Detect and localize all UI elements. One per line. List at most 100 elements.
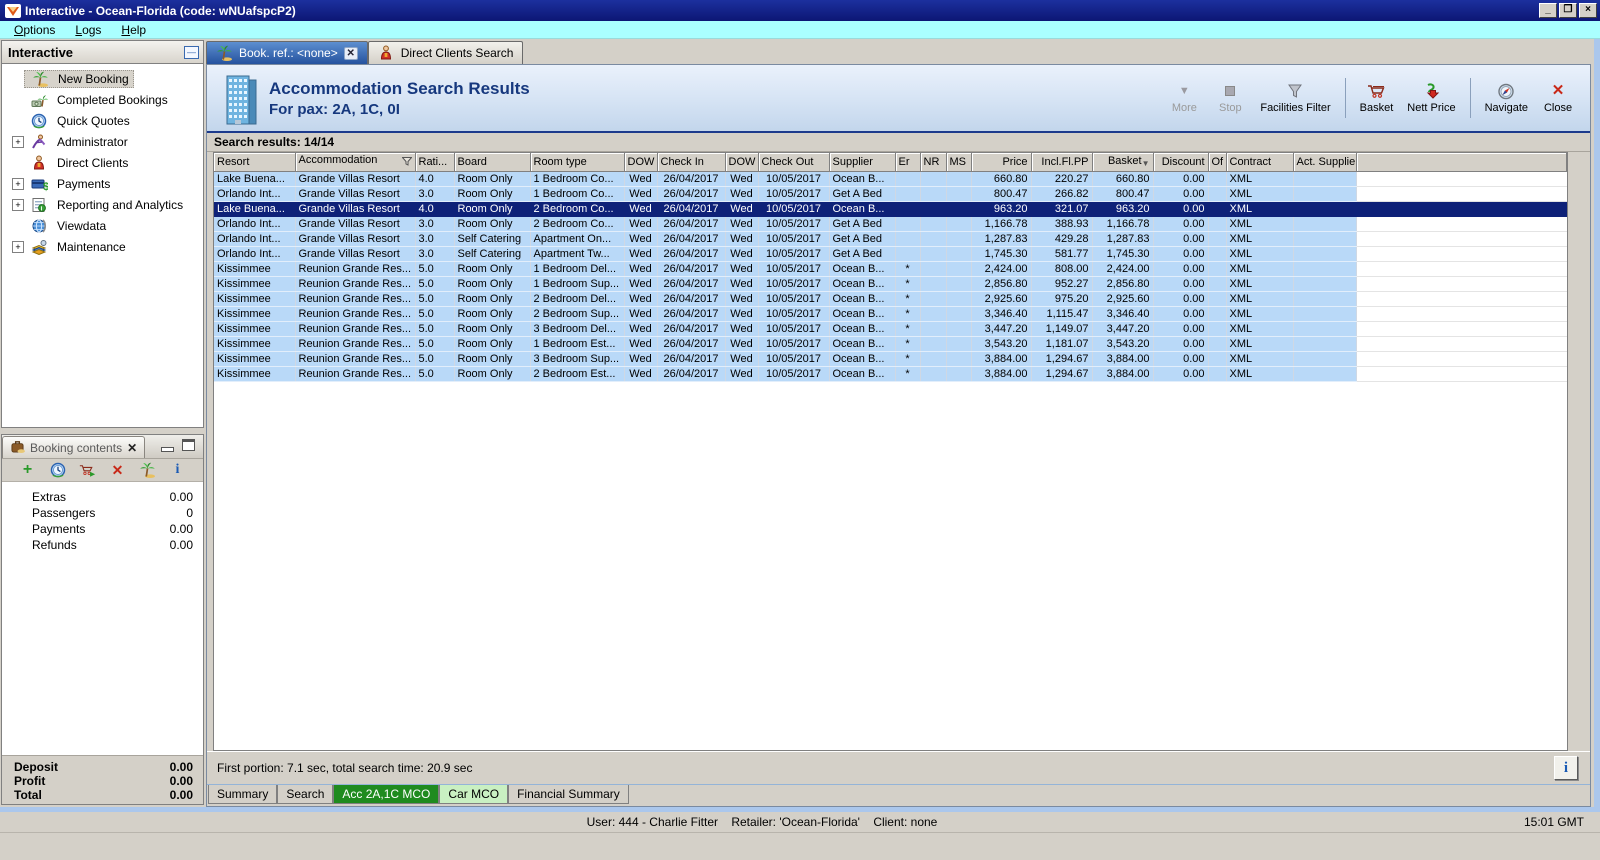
column-header-room-type[interactable]: Room type <box>530 153 624 171</box>
bottom-tab-acc-2a-1c-mco[interactable]: Acc 2A,1C MCO <box>333 785 439 804</box>
title-bar: Interactive - Ocean-Florida (code: wNUaf… <box>0 0 1600 21</box>
nett-price-button[interactable]: Nett Price <box>1401 80 1461 116</box>
table-row[interactable]: Orlando Int...Grande Villas Resort3.0Roo… <box>214 186 1567 201</box>
minimize-button[interactable]: _ <box>1539 3 1557 18</box>
info-button[interactable]: i <box>1554 756 1578 780</box>
column-header-check-in[interactable]: Check In <box>657 153 725 171</box>
sidebar-item-administrator[interactable]: + Administrator <box>2 131 203 152</box>
column-header-accommodation[interactable]: Accommodation <box>295 153 415 171</box>
cell-discount: 0.00 <box>1153 231 1208 246</box>
column-header-contract[interactable]: Contract <box>1226 153 1293 171</box>
basket-add-button[interactable] <box>79 462 96 479</box>
column-header-ms[interactable]: MS <box>946 153 971 171</box>
cell-resort: Kissimmee <box>214 351 295 366</box>
menu-options[interactable]: Options <box>6 22 63 38</box>
sidebar-item-direct-clients[interactable]: Direct Clients <box>2 152 203 173</box>
cell-price: 3,447.20 <box>971 321 1031 336</box>
column-header-nr[interactable]: NR <box>920 153 946 171</box>
cell-accommodation: Reunion Grande Res... <box>295 336 415 351</box>
cell-filler <box>1356 171 1567 186</box>
sidebar-item-reporting-and-analytics[interactable]: + i Reporting and Analytics <box>2 194 203 215</box>
table-row[interactable]: KissimmeeReunion Grande Res...5.0Room On… <box>214 291 1567 306</box>
column-header-check-out[interactable]: Check Out <box>758 153 829 171</box>
cell-nr <box>920 321 946 336</box>
column-header-act-supplier[interactable]: Act. Supplier <box>1293 153 1356 171</box>
bk-row-value: 0.00 <box>170 538 193 554</box>
table-row[interactable]: KissimmeeReunion Grande Res...5.0Room On… <box>214 351 1567 366</box>
table-row[interactable]: KissimmeeReunion Grande Res...5.0Room On… <box>214 336 1567 351</box>
menu-help[interactable]: Help <box>113 22 154 38</box>
expand-plus-icon[interactable]: + <box>12 178 24 190</box>
column-header-discount[interactable]: Discount <box>1153 153 1208 171</box>
tab-direct-clients-search[interactable]: Direct Clients Search <box>368 41 524 64</box>
panel-minimize-icon[interactable]: — <box>184 46 199 59</box>
table-row[interactable]: KissimmeeReunion Grande Res...5.0Room On… <box>214 276 1567 291</box>
add-button[interactable]: + <box>19 462 36 479</box>
table-row[interactable]: KissimmeeReunion Grande Res...5.0Room On… <box>214 306 1567 321</box>
cell-check-in: 26/04/2017 <box>657 231 725 246</box>
table-row[interactable]: KissimmeeReunion Grande Res...5.0Room On… <box>214 321 1567 336</box>
expand-plus-icon[interactable]: + <box>12 136 24 148</box>
column-header-resort[interactable]: Resort <box>214 153 295 171</box>
sidebar-item-completed-bookings[interactable]: Completed Bookings <box>2 89 203 110</box>
column-header-dow[interactable]: DOW <box>624 153 657 171</box>
bottom-tab-summary[interactable]: Summary <box>208 785 277 804</box>
column-header-board[interactable]: Board <box>454 153 530 171</box>
column-header-rati[interactable]: Rati... <box>415 153 454 171</box>
panel-maximize-icon[interactable] <box>182 439 195 451</box>
column-header-price[interactable]: Price <box>971 153 1031 171</box>
sidebar-item-maintenance[interactable]: + Maintenance <box>2 236 203 257</box>
table-row[interactable]: KissimmeeReunion Grande Res...5.0Room On… <box>214 261 1567 276</box>
column-header-basket[interactable]: Basket▼ <box>1092 153 1153 171</box>
column-header-supplier[interactable]: Supplier <box>829 153 895 171</box>
bottom-tab-search[interactable]: Search <box>277 785 333 804</box>
column-header-of[interactable]: Of <box>1208 153 1226 171</box>
status-retailer: Retailer: 'Ocean-Florida' <box>731 815 860 829</box>
tab-book-ref-none[interactable]: Book. ref.: <none> ✕ <box>206 41 368 64</box>
sidebar-item-quick-quotes[interactable]: Quick Quotes <box>2 110 203 131</box>
table-row[interactable]: Lake Buena...Grande Villas Resort4.0Room… <box>214 201 1567 216</box>
cell-check-in: 26/04/2017 <box>657 321 725 336</box>
cell-dow: Wed <box>725 366 758 381</box>
sidebar-item-label: Payments <box>53 176 114 192</box>
bottom-tab-financial-summary[interactable]: Financial Summary <box>508 785 629 804</box>
expand-plus-icon[interactable]: + <box>12 241 24 253</box>
palm-tree-button[interactable] <box>139 462 156 479</box>
cell-rati: 4.0 <box>415 171 454 186</box>
table-row[interactable]: Orlando Int...Grande Villas Resort3.0Sel… <box>214 231 1567 246</box>
restore-button[interactable]: ❐ <box>1559 3 1577 18</box>
info-button[interactable]: i <box>169 462 186 479</box>
expand-plus-icon[interactable]: + <box>12 199 24 211</box>
menu-logs[interactable]: Logs <box>67 22 109 38</box>
table-row[interactable]: Lake Buena...Grande Villas Resort4.0Room… <box>214 171 1567 186</box>
cell-filler <box>1356 321 1567 336</box>
booking-contents-tab[interactable]: Booking contents ✕ <box>2 436 145 458</box>
column-header-er[interactable]: Er <box>895 153 920 171</box>
cell-price: 1,745.30 <box>971 246 1031 261</box>
sidebar-item-payments[interactable]: + $ Payments <box>2 173 203 194</box>
clock-button[interactable] <box>49 462 66 479</box>
palm-tree-icon <box>32 71 49 87</box>
column-header-dow[interactable]: DOW <box>725 153 758 171</box>
cell-er <box>895 186 920 201</box>
sidebar-item-new-booking[interactable]: New Booking <box>2 68 203 89</box>
close-button[interactable]: ✕ Close <box>1536 80 1580 116</box>
close-window-button[interactable]: × <box>1579 3 1597 18</box>
basket-button[interactable]: Basket <box>1354 80 1400 116</box>
facilities-filter-button[interactable]: Facilities Filter <box>1254 80 1336 116</box>
table-row[interactable]: Orlando Int...Grande Villas Resort3.0Sel… <box>214 246 1567 261</box>
table-row[interactable]: KissimmeeReunion Grande Res...5.0Room On… <box>214 366 1567 381</box>
navigate-button[interactable]: Navigate <box>1479 80 1534 116</box>
cell-act-supplier <box>1293 351 1356 366</box>
sidebar-item-viewdata[interactable]: Viewdata <box>2 215 203 236</box>
bottom-tab-car-mco[interactable]: Car MCO <box>439 785 508 804</box>
panel-minimize-icon[interactable] <box>161 447 174 452</box>
delete-button[interactable]: ✕ <box>109 462 126 479</box>
table-row[interactable]: Orlando Int...Grande Villas Resort3.0Roo… <box>214 216 1567 231</box>
tab-close-icon[interactable]: ✕ <box>344 47 358 60</box>
column-header-incl-fl-pp[interactable]: Incl.Fl.PP <box>1031 153 1092 171</box>
booking-contents-close-icon[interactable]: ✕ <box>127 441 137 455</box>
cell-discount: 0.00 <box>1153 366 1208 381</box>
app-body: Interactive — New Booking Completed Book… <box>0 39 1600 812</box>
column-filter-icon[interactable] <box>402 157 412 169</box>
